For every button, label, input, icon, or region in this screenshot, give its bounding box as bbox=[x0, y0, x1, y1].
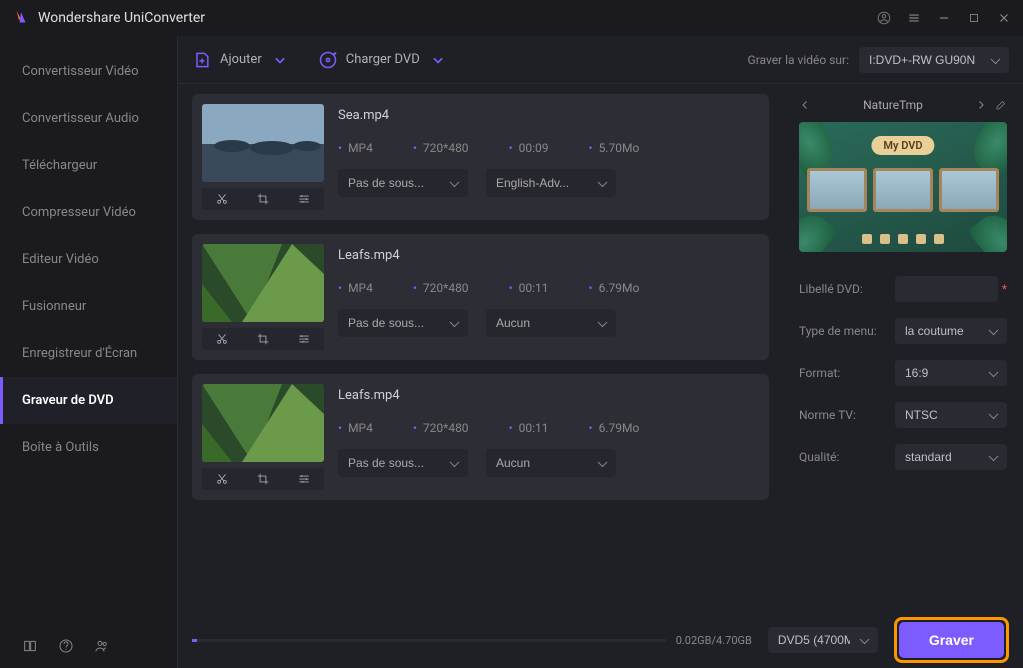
audio-select[interactable]: Aucun bbox=[486, 309, 616, 337]
burn-button-highlight: Graver bbox=[894, 617, 1009, 663]
app-logo-icon bbox=[12, 9, 30, 27]
dvd-settings-panel: NatureTmp My DVD Libellé DVD: * bbox=[783, 84, 1023, 612]
template-banner: My DVD bbox=[871, 136, 934, 155]
file-format: MP4 bbox=[338, 281, 373, 295]
file-size: 5.70Mo bbox=[589, 141, 640, 155]
file-name: Sea.mp4 bbox=[338, 108, 759, 123]
toolbar: Ajouter Charger DVD Graver la vidéo sur:… bbox=[178, 36, 1023, 84]
effects-icon[interactable] bbox=[297, 472, 311, 486]
crop-icon[interactable] bbox=[256, 192, 270, 206]
guide-icon[interactable] bbox=[22, 638, 38, 654]
quality-label: Qualité: bbox=[799, 450, 895, 464]
help-icon[interactable] bbox=[58, 638, 74, 654]
required-marker: * bbox=[1002, 282, 1007, 296]
bottom-bar: 0.02GB/4.70GB DVD5 (4700M Graver bbox=[178, 612, 1023, 668]
file-card: Leafs.mp4 MP4 720*480 00:11 6.79Mo Pas d… bbox=[192, 374, 769, 500]
menu-type-label: Type de menu: bbox=[799, 324, 895, 338]
add-button[interactable]: Ajouter bbox=[192, 50, 290, 70]
next-template-icon[interactable] bbox=[975, 99, 987, 111]
chevron-down-icon bbox=[270, 50, 290, 70]
tv-norm-label: Norme TV: bbox=[799, 408, 895, 422]
disc-type-select[interactable]: DVD5 (4700M bbox=[768, 627, 878, 653]
video-thumbnail[interactable] bbox=[202, 244, 324, 322]
dvd-label-label: Libellé DVD: bbox=[799, 282, 895, 296]
subtitle-select[interactable]: Pas de sous... bbox=[338, 449, 468, 477]
titlebar: Wondershare UniConverter bbox=[0, 0, 1023, 36]
burn-target-label: Graver la vidéo sur: bbox=[748, 53, 849, 67]
menu-icon[interactable] bbox=[907, 11, 921, 25]
cut-icon[interactable] bbox=[215, 472, 229, 486]
file-resolution: 720*480 bbox=[413, 281, 469, 295]
file-name: Leafs.mp4 bbox=[338, 248, 759, 263]
file-size: 6.79Mo bbox=[589, 281, 640, 295]
file-duration: 00:11 bbox=[509, 281, 549, 295]
sidebar-item-video-converter[interactable]: Convertisseur Vidéo bbox=[0, 48, 177, 95]
effects-icon[interactable] bbox=[297, 192, 311, 206]
users-icon[interactable] bbox=[94, 638, 110, 654]
format-select[interactable]: 16:9 bbox=[895, 360, 1007, 386]
sidebar-item-video-editor[interactable]: Editeur Vidéo bbox=[0, 236, 177, 283]
video-thumbnail[interactable] bbox=[202, 384, 324, 462]
crop-icon[interactable] bbox=[256, 472, 270, 486]
file-duration: 00:11 bbox=[509, 421, 549, 435]
file-card: Sea.mp4 MP4 720*480 00:09 5.70Mo Pas de … bbox=[192, 94, 769, 220]
subtitle-select[interactable]: Pas de sous... bbox=[338, 169, 468, 197]
audio-select[interactable]: Aucun bbox=[486, 449, 616, 477]
close-icon[interactable] bbox=[997, 11, 1011, 25]
disc-space-text: 0.02GB/4.70GB bbox=[676, 634, 752, 647]
file-name: Leafs.mp4 bbox=[338, 388, 759, 403]
cut-icon[interactable] bbox=[215, 192, 229, 206]
account-icon[interactable] bbox=[877, 11, 891, 25]
sidebar: Convertisseur Vidéo Convertisseur Audio … bbox=[0, 36, 177, 668]
tv-norm-select[interactable]: NTSC bbox=[895, 402, 1007, 428]
dvd-label-input[interactable] bbox=[895, 276, 998, 302]
file-format: MP4 bbox=[338, 141, 373, 155]
burn-target-select[interactable]: I:DVD+-RW GU90N bbox=[859, 47, 1009, 73]
maximize-icon[interactable] bbox=[967, 11, 981, 25]
subtitle-select[interactable]: Pas de sous... bbox=[338, 309, 468, 337]
prev-template-icon[interactable] bbox=[799, 99, 811, 111]
sidebar-item-audio-converter[interactable]: Convertisseur Audio bbox=[0, 95, 177, 142]
sidebar-item-merger[interactable]: Fusionneur bbox=[0, 283, 177, 330]
add-label: Ajouter bbox=[220, 52, 262, 67]
file-list: Sea.mp4 MP4 720*480 00:09 5.70Mo Pas de … bbox=[178, 84, 783, 612]
audio-select[interactable]: English-Adv... bbox=[486, 169, 616, 197]
cut-icon[interactable] bbox=[215, 332, 229, 346]
sidebar-item-screen-recorder[interactable]: Enregistreur d'Écran bbox=[0, 330, 177, 377]
crop-icon[interactable] bbox=[256, 332, 270, 346]
video-thumbnail[interactable] bbox=[202, 104, 324, 182]
edit-template-icon[interactable] bbox=[995, 99, 1007, 111]
sidebar-item-toolbox[interactable]: Boîte à Outils bbox=[0, 424, 177, 471]
file-format: MP4 bbox=[338, 421, 373, 435]
format-label: Format: bbox=[799, 366, 895, 380]
app-title: Wondershare UniConverter bbox=[38, 10, 877, 26]
effects-icon[interactable] bbox=[297, 332, 311, 346]
file-duration: 00:09 bbox=[509, 141, 549, 155]
add-file-icon bbox=[192, 50, 212, 70]
file-resolution: 720*480 bbox=[413, 421, 469, 435]
template-preview[interactable]: My DVD bbox=[799, 122, 1007, 252]
menu-type-select[interactable]: la coutume bbox=[895, 318, 1007, 344]
file-card: Leafs.mp4 MP4 720*480 00:11 6.79Mo Pas d… bbox=[192, 234, 769, 360]
load-dvd-label: Charger DVD bbox=[346, 52, 420, 67]
sidebar-item-downloader[interactable]: Téléchargeur bbox=[0, 142, 177, 189]
minimize-icon[interactable] bbox=[937, 11, 951, 25]
disc-space-progress bbox=[192, 639, 666, 642]
template-name: NatureTmp bbox=[863, 98, 923, 112]
quality-select[interactable]: standard bbox=[895, 444, 1007, 470]
sidebar-item-dvd-burner[interactable]: Graveur de DVD bbox=[0, 377, 177, 424]
load-dvd-button[interactable]: Charger DVD bbox=[318, 50, 448, 70]
file-size: 6.79Mo bbox=[589, 421, 640, 435]
disc-icon bbox=[318, 50, 338, 70]
chevron-down-icon bbox=[428, 50, 448, 70]
sidebar-item-video-compressor[interactable]: Compresseur Vidéo bbox=[0, 189, 177, 236]
burn-button[interactable]: Graver bbox=[899, 622, 1004, 658]
file-resolution: 720*480 bbox=[413, 141, 469, 155]
